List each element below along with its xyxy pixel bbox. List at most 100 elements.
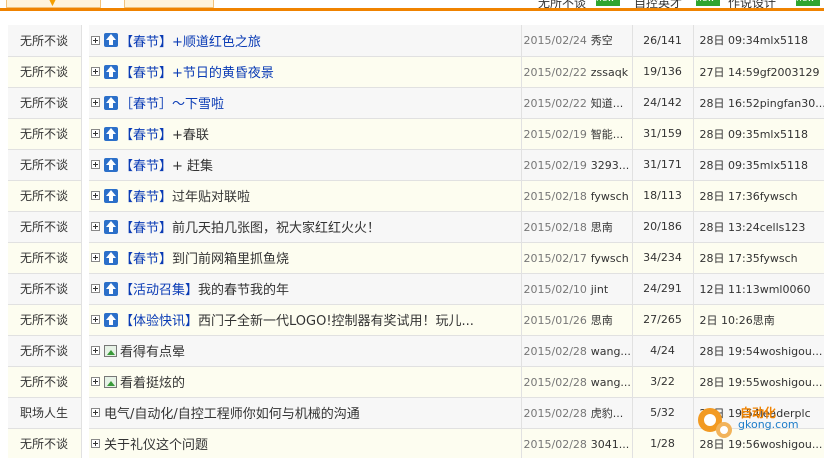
topic-title-link[interactable]: 【春节】前几天拍几张图，祝大家红红火火！ [120,221,380,236]
expand-icon[interactable] [91,67,100,76]
last-reply[interactable]: 12日 11:13wml0060 [693,273,824,305]
table-row[interactable]: 无所不谈 【春节】前几天拍几张图，祝大家红红火火！ 2015/02/18 思南 20/… [8,211,824,243]
expand-icon[interactable] [91,439,100,448]
post-author[interactable]: 思南 [591,314,613,327]
topic-title-link[interactable]: 【春节】+春联 [120,128,209,143]
topic-title-link[interactable]: 看得有点晕 [120,345,185,360]
table-row[interactable]: 无所不谈 看着挺炫的 2015/02/28 wang... 3/22 28日 19:55… [8,366,824,398]
category-cell[interactable]: 无所不谈 [8,428,82,458]
post-author[interactable]: 虎豹... [591,407,624,420]
topic-title-link[interactable]: 电气/自动化/自控工程师你如何与机械的沟通 [104,407,360,422]
post-author[interactable]: wang... [591,376,631,389]
topic-title-link[interactable]: 【体验快讯】西门子全新一代LOGO!控制器有奖试用！玩儿... [120,314,474,329]
top-link-3[interactable]: 作说设计 [728,0,776,8]
category-cell[interactable]: 无所不谈 [8,56,82,88]
category-cell[interactable]: 职场人生 [8,397,82,429]
expand-icon[interactable] [91,98,100,107]
category-cell[interactable]: 无所不谈 [8,149,82,181]
category-link[interactable]: 职场人生 [20,406,68,420]
category-cell[interactable]: 无所不谈 [8,118,82,150]
expand-icon[interactable] [91,346,100,355]
category-link[interactable]: 无所不谈 [20,344,68,358]
topic-title-link[interactable]: 【春节】过年贴对联啦 [120,190,250,205]
expand-icon[interactable] [91,191,100,200]
last-reply[interactable]: 27日 14:59gf2003129 [693,56,824,88]
topic-title-link[interactable]: ［春节］～下雪啦 [120,97,224,112]
post-author[interactable]: 3293... [591,159,629,172]
table-row[interactable]: 无所不谈 【春节】过年贴对联啦 2015/02/18 fywsch 18/113 28日… [8,180,824,212]
category-cell[interactable]: 无所不谈 [8,366,82,398]
post-author[interactable]: zssaqk [591,66,628,79]
table-row[interactable]: 无所不谈 【活动召集】我的春节我的年 2015/02/10 jint 24/291 12… [8,273,824,305]
last-reply[interactable]: 28日 17:35fywsch [693,242,824,274]
expand-icon[interactable] [91,35,100,45]
post-author[interactable]: 智能... [591,128,624,141]
expand-icon[interactable] [91,377,100,386]
category-link[interactable]: 无所不谈 [20,158,68,172]
last-reply[interactable]: 28日 19:54woshigou... [693,335,824,367]
table-row[interactable]: 无所不谈 【春节】+ 赶集 2015/02/19 3293... 31/171 28日 … [8,149,824,181]
expand-icon[interactable] [91,253,100,262]
category-link[interactable]: 无所不谈 [20,127,68,141]
expand-icon[interactable] [91,284,100,293]
last-reply[interactable]: 28日 17:36fywsch [693,180,824,212]
post-author[interactable]: 思南 [591,221,613,234]
table-row[interactable]: 无所不谈 【春节】+春联 2015/02/19 智能... 31/159 28日 09:… [8,118,824,150]
last-reply[interactable]: 28日 09:34mlx5118 [693,25,824,57]
post-author[interactable]: fywsch [591,190,629,203]
category-link[interactable]: 无所不谈 [20,65,68,79]
category-cell[interactable]: 无所不谈 [8,211,82,243]
category-cell[interactable]: 无所不谈 [8,242,82,274]
last-reply[interactable]: 28日 16:52pingfan30... [693,87,824,119]
topic-title-link[interactable]: 【春节】+ 赶集 [120,159,213,174]
expand-icon[interactable] [91,315,100,324]
expand-icon[interactable] [91,408,100,417]
last-reply[interactable]: 2日 10:26思南 [693,304,824,336]
post-author[interactable]: fywsch [591,252,629,265]
last-reply[interactable]: 28日 09:35mlx5118 [693,149,824,181]
post-author[interactable]: wang... [591,345,631,358]
expand-icon[interactable] [91,160,100,169]
category-link[interactable]: 无所不谈 [20,313,68,327]
table-row[interactable]: 无所不谈 【体验快讯】西门子全新一代LOGO!控制器有奖试用！玩儿... 2015/… [8,304,824,336]
category-cell[interactable]: 无所不谈 [8,180,82,212]
topic-title-link[interactable]: 【春节】+顺道红色之旅 [120,35,261,50]
post-author[interactable]: jint [591,283,608,296]
table-row[interactable]: 无所不谈 ［春节］～下雪啦 2015/02/22 知道... 24/142 28日 16… [8,87,824,119]
topic-title-link[interactable]: 关于礼仪这个问题 [104,438,208,453]
category-cell[interactable]: 无所不谈 [8,304,82,336]
category-cell[interactable]: 无所不谈 [8,25,82,57]
category-cell[interactable]: 无所不谈 [8,335,82,367]
expand-icon[interactable] [91,129,100,138]
topic-title-link[interactable]: 【春节】+节日的黄昏夜景 [120,66,274,81]
expand-icon[interactable] [91,222,100,231]
category-link[interactable]: 无所不谈 [20,375,68,389]
category-link[interactable]: 无所不谈 [20,96,68,110]
table-row[interactable]: 无所不谈 看得有点晕 2015/02/28 wang... 4/24 28日 19:54… [8,335,824,367]
post-author[interactable]: 知道... [591,97,624,110]
tab-secondary[interactable] [124,0,214,8]
last-reply[interactable]: 28日 09:35mlx5118 [693,118,824,150]
category-cell[interactable]: 无所不谈 [8,87,82,119]
table-row[interactable]: 无所不谈 【春节】到门前网箱里抓鱼烧 2015/02/17 fywsch 34/234… [8,242,824,274]
top-link-2[interactable]: 自控英才 [634,0,682,8]
last-reply[interactable]: 28日 19:55woshigou... [693,366,824,398]
post-author[interactable]: 秀空 [591,34,613,47]
reply-view-count: 4/24 [632,335,694,367]
topic-title-link[interactable]: 看着挺炫的 [120,376,185,391]
top-link-1[interactable]: 无所不谈 [538,0,586,8]
category-link[interactable]: 无所不谈 [20,189,68,203]
category-cell[interactable]: 无所不谈 [8,273,82,305]
category-link[interactable]: 无所不谈 [20,34,68,48]
post-author[interactable]: 3041... [591,438,629,451]
category-link[interactable]: 无所不谈 [20,282,68,296]
last-reply[interactable]: 28日 13:24cells123 [693,211,824,243]
topic-title-link[interactable]: 【活动召集】我的春节我的年 [120,283,289,298]
tab-current[interactable]: ▼ [6,0,101,8]
category-link[interactable]: 无所不谈 [20,251,68,265]
category-link[interactable]: 无所不谈 [20,437,68,451]
table-row[interactable]: 无所不谈 【春节】+节日的黄昏夜景 2015/02/22 zssaqk 19/136 2… [8,56,824,88]
topic-title-link[interactable]: 【春节】到门前网箱里抓鱼烧 [120,252,289,267]
category-link[interactable]: 无所不谈 [20,220,68,234]
table-row[interactable]: 无所不谈 【春节】+顺道红色之旅 2015/02/24 秀空 26/141 28日 09… [8,25,824,57]
